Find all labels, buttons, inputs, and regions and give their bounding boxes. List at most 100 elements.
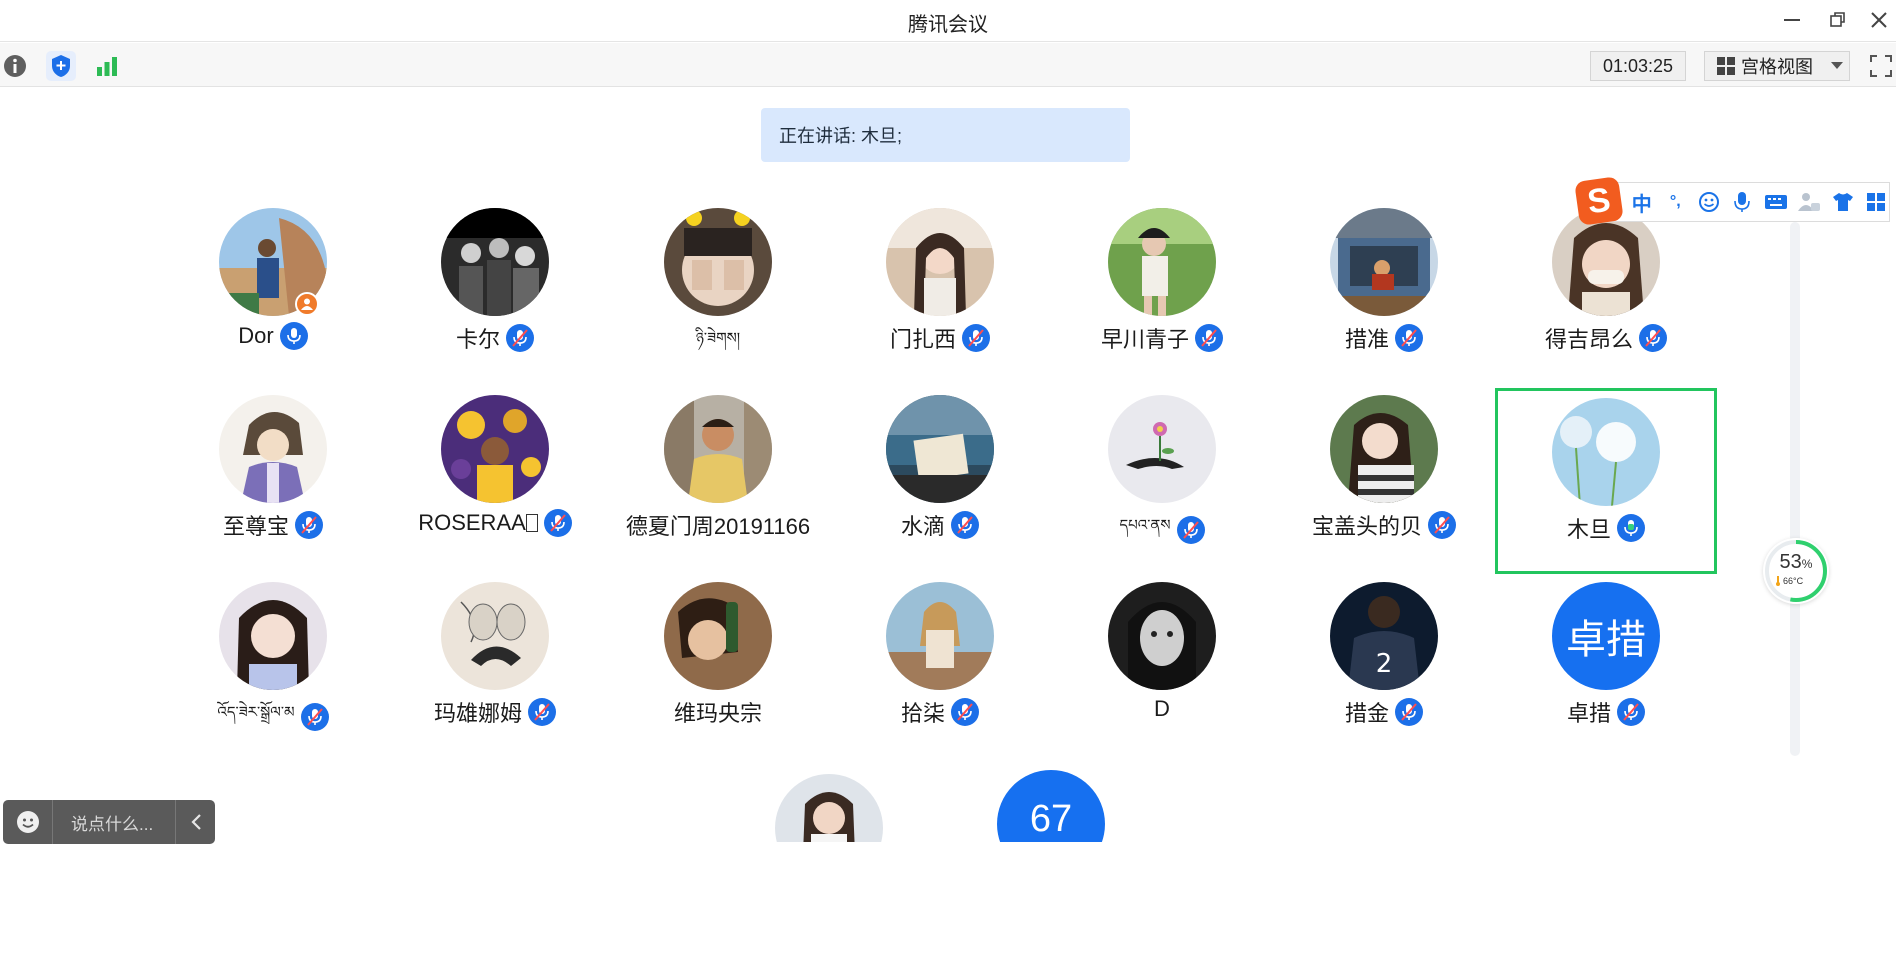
gauge-temperature: 66°C: [1775, 576, 1803, 586]
scrollbar[interactable]: [1790, 222, 1800, 756]
person-icon: [301, 298, 313, 310]
ime-toolbox-button[interactable]: [1864, 189, 1890, 215]
participant-tile[interactable]: Dor: [162, 198, 384, 384]
participant-name: 木旦: [1566, 517, 1611, 542]
svg-text:2: 2: [1376, 649, 1393, 679]
participant-name: 宝盖头的贝: [1311, 514, 1422, 539]
participant-name-row: 拾柒: [829, 696, 1051, 728]
performance-gauge[interactable]: 53% 66°C: [1763, 538, 1829, 604]
participant-name: D: [1154, 696, 1170, 721]
smiley-icon: [1698, 192, 1719, 212]
grid-icon: [1717, 57, 1735, 75]
avatar: [441, 582, 549, 690]
ime-emoji-button[interactable]: [1696, 189, 1722, 215]
chat-collapse-button[interactable]: [175, 800, 215, 844]
avatar: [1108, 208, 1216, 316]
ime-skin-button[interactable]: [1830, 189, 1856, 215]
restore-button[interactable]: [1818, 6, 1858, 34]
microphone-icon: [1734, 192, 1751, 212]
avatar: [886, 395, 994, 503]
participant-name-row: 维玛央宗: [607, 696, 829, 728]
participant-name-row: ROSERAA: [384, 509, 606, 537]
chat-emoji-button[interactable]: [3, 800, 53, 844]
view-mode-label: 宫格视图: [1741, 57, 1813, 77]
participant-name: 早川青子: [1100, 327, 1189, 352]
participant-tile[interactable]: D: [1051, 572, 1273, 758]
mic-muted-icon: [951, 511, 979, 539]
participant-tile[interactable]: 得吉昂么: [1495, 198, 1717, 384]
participant-tile[interactable]: 卡尔: [384, 198, 606, 384]
participant-tile[interactable]: 门扎西: [829, 198, 1051, 384]
mic-muted-icon: [1395, 698, 1423, 726]
participant-tile[interactable]: 拾柒: [829, 572, 1051, 758]
participant-tile[interactable]: 水滴: [829, 385, 1051, 571]
mic-muted-icon: [1428, 511, 1456, 539]
title-bar: 腾讯会议: [0, 0, 1896, 42]
close-button[interactable]: [1862, 6, 1896, 34]
participant-name-row: 得吉昂么: [1495, 322, 1717, 354]
participant-name: 德夏门周20191166: [625, 514, 811, 539]
participant-tile-partial[interactable]: [775, 774, 883, 842]
mic-muted-icon: [962, 324, 990, 352]
participant-tile[interactable]: 德夏门周20191166: [607, 385, 829, 571]
view-mode-dropdown[interactable]: 宫格视图: [1704, 51, 1850, 81]
participant-tile[interactable]: 玛雄娜姆: [384, 572, 606, 758]
toolbox-grid-icon: [1867, 193, 1886, 211]
avatar: [1330, 208, 1438, 316]
gauge-temp-value: 66°C: [1783, 576, 1804, 586]
mic-muted-icon: [543, 509, 572, 537]
participant-name-row: 宝盖头的贝: [1273, 509, 1495, 541]
mic-icon: [279, 322, 308, 350]
avatar: [1552, 208, 1660, 316]
security-button[interactable]: [46, 51, 76, 81]
avatar: [664, 395, 772, 503]
minimize-icon: [1784, 19, 1800, 21]
participant-tile[interactable]: 措准: [1273, 198, 1495, 384]
ime-voice-button[interactable]: [1730, 189, 1756, 215]
participant-name: 得吉昂么: [1544, 327, 1633, 352]
participant-tile[interactable]: ཉི་ཟེགས།: [607, 198, 829, 384]
participant-name-row: 德夏门周20191166: [607, 509, 829, 541]
mic-muted-icon: [300, 703, 329, 731]
sogou-logo-icon[interactable]: S: [1574, 176, 1624, 226]
participant-name: 门扎西: [889, 327, 956, 352]
participant-name: 至尊宝: [222, 514, 289, 539]
participant-name-row: Dor: [162, 322, 384, 350]
gauge-percent-unit: %: [1801, 557, 1813, 571]
participant-tile[interactable]: 维玛央宗: [607, 572, 829, 758]
chat-input-bar[interactable]: 说点什么...: [3, 800, 215, 844]
avatar: [219, 582, 327, 690]
ime-language-toggle[interactable]: 中: [1629, 189, 1655, 216]
minimize-button[interactable]: [1772, 6, 1812, 34]
participant-name-row: 措准: [1273, 322, 1495, 354]
close-icon: [1871, 12, 1887, 28]
participant-tile[interactable]: 2 措金: [1273, 572, 1495, 758]
ime-toolbar: S 中 °,: [1574, 176, 1890, 226]
participant-name: 卓措: [1566, 701, 1611, 726]
fullscreen-button[interactable]: [1866, 51, 1896, 81]
participant-tile-active-speaker[interactable]: 木旦: [1495, 388, 1717, 574]
participant-tile[interactable]: 早川青子: [1051, 198, 1273, 384]
ime-keyboard-button[interactable]: [1763, 189, 1789, 215]
participant-name: 措准: [1344, 327, 1389, 352]
keyboard-icon: [1764, 195, 1787, 209]
participant-name: 卡尔: [455, 327, 500, 352]
info-button[interactable]: [0, 51, 30, 81]
participant-tile[interactable]: 卓措 卓措: [1495, 572, 1717, 758]
avatar: [886, 208, 994, 316]
participant-tile[interactable]: འོད་ཟེར་སྒྲོལ་མ: [162, 572, 384, 758]
participant-tile[interactable]: 至尊宝: [162, 385, 384, 571]
ime-punctuation-toggle[interactable]: °,: [1663, 189, 1689, 215]
participant-name: Dor: [238, 323, 274, 348]
info-icon: [4, 55, 26, 77]
participant-name: 水滴: [900, 514, 945, 539]
participant-tile[interactable]: དཔའ་ནས: [1051, 385, 1273, 571]
avatar: 2: [1330, 582, 1438, 690]
participant-count-tile[interactable]: 67: [997, 770, 1105, 842]
network-button[interactable]: [92, 51, 122, 81]
ime-user-button[interactable]: [1797, 189, 1823, 215]
chat-input-placeholder[interactable]: 说点什么...: [53, 810, 175, 835]
gauge-percent: 53%: [1763, 552, 1829, 574]
participant-tile[interactable]: 宝盖头的贝: [1273, 385, 1495, 571]
participant-tile[interactable]: ROSERAA: [384, 385, 606, 571]
